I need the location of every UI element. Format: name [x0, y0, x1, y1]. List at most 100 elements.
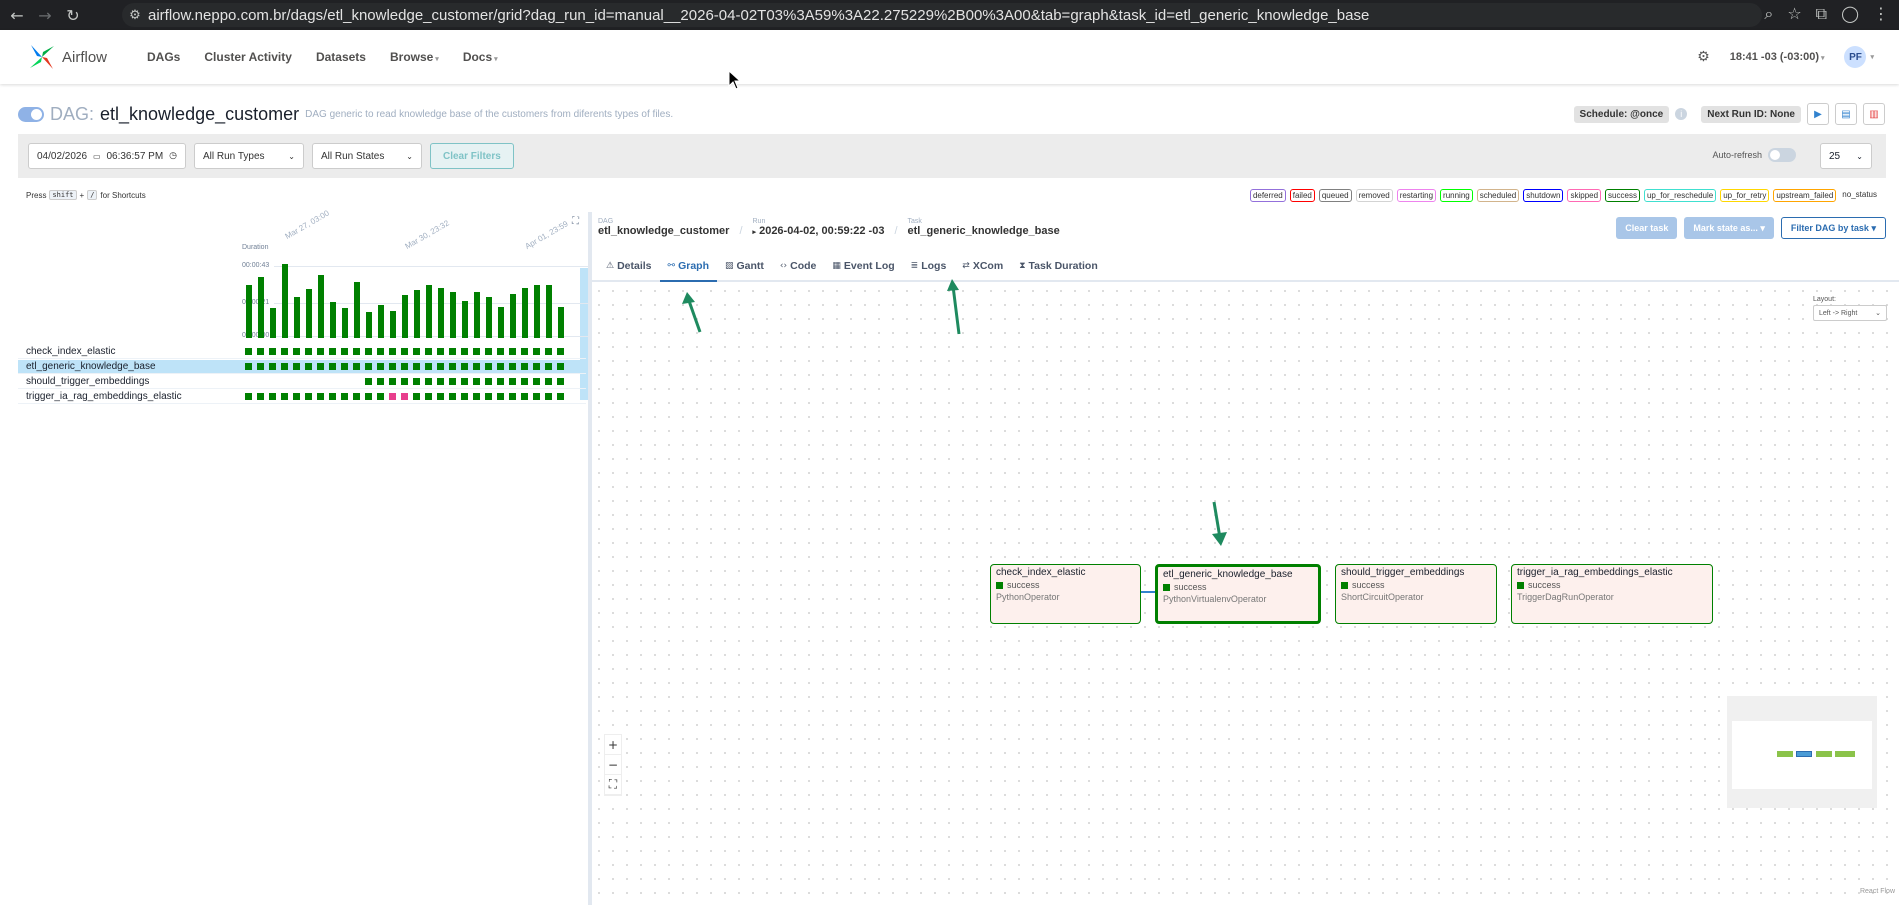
- task-instance-cell[interactable]: [305, 348, 312, 355]
- auto-refresh-toggle[interactable]: [1768, 148, 1796, 162]
- task-instance-cell[interactable]: [509, 393, 516, 400]
- reload-icon[interactable]: ↻: [62, 4, 84, 26]
- task-instance-cell[interactable]: [305, 363, 312, 370]
- task-instance-cell[interactable]: [437, 363, 444, 370]
- url-text[interactable]: airflow.neppo.com.br/dags/etl_knowledge_…: [148, 7, 1369, 24]
- task-instance-cell[interactable]: [389, 393, 396, 400]
- task-node-etl-generic-knowledge-base[interactable]: etl_generic_knowledge_base success Pytho…: [1155, 564, 1321, 624]
- task-instance-cell[interactable]: [485, 378, 492, 385]
- task-instance-cell[interactable]: [377, 348, 384, 355]
- crumb-task[interactable]: Task etl_generic_knowledge_base: [908, 218, 1060, 237]
- task-instance-cell[interactable]: [509, 378, 516, 385]
- legend-item[interactable]: shutdown: [1523, 189, 1564, 202]
- delete-dag-trash-icon[interactable]: ▥: [1863, 103, 1885, 125]
- tab-graph[interactable]: ⚯ Graph: [659, 252, 717, 282]
- graph-canvas[interactable]: Layout: Left -> Right ⌄ check_index_elas…: [592, 284, 1899, 905]
- task-instance-cell[interactable]: [557, 378, 564, 385]
- crumb-run[interactable]: Run ▸ 2026-04-02, 00:59:22 -03: [753, 218, 885, 237]
- task-instance-cell[interactable]: [533, 378, 540, 385]
- task-instance-cell[interactable]: [341, 348, 348, 355]
- task-instance-cell[interactable]: [437, 378, 444, 385]
- task-instance-cell[interactable]: [281, 348, 288, 355]
- task-instance-cell[interactable]: [485, 348, 492, 355]
- theme-gear-icon[interactable]: ⚙: [1697, 49, 1710, 65]
- task-instance-cell[interactable]: [341, 363, 348, 370]
- clear-task-button[interactable]: Clear task: [1616, 217, 1678, 239]
- task-instance-cell[interactable]: [437, 393, 444, 400]
- duration-bar[interactable]: [558, 307, 564, 338]
- runs-count-select[interactable]: 25 ⌄: [1820, 143, 1872, 169]
- task-instance-cell[interactable]: [473, 378, 480, 385]
- tab-event-log[interactable]: ▦ Event Log: [824, 252, 902, 280]
- task-instance-cell[interactable]: [365, 348, 372, 355]
- tab-gantt[interactable]: ▨ Gantt: [717, 252, 772, 280]
- task-instance-cell[interactable]: [365, 363, 372, 370]
- minimap[interactable]: [1727, 696, 1877, 808]
- filter-dag-button[interactable]: Filter DAG by task ▾: [1780, 217, 1886, 239]
- legend-item[interactable]: failed: [1289, 189, 1315, 202]
- task-instance-cell[interactable]: [401, 378, 408, 385]
- site-settings-icon[interactable]: ⚙: [122, 8, 148, 23]
- task-instance-cell[interactable]: [413, 363, 420, 370]
- task-instance-cell[interactable]: [485, 393, 492, 400]
- task-instance-cell[interactable]: [377, 378, 384, 385]
- nav-dags[interactable]: DAGs: [135, 50, 192, 64]
- legend-item[interactable]: no_status: [1840, 189, 1879, 202]
- duration-bar[interactable]: [510, 294, 516, 338]
- nav-datasets[interactable]: Datasets: [304, 50, 378, 64]
- task-instance-cell[interactable]: [509, 348, 516, 355]
- task-instance-cell[interactable]: [413, 348, 420, 355]
- parse-dag-icon[interactable]: ▤: [1835, 103, 1857, 125]
- layout-select[interactable]: Left -> Right ⌄: [1813, 305, 1887, 321]
- task-instance-cell[interactable]: [293, 393, 300, 400]
- back-icon[interactable]: ←: [6, 4, 28, 26]
- task-instance-cell[interactable]: [533, 348, 540, 355]
- task-instance-cell[interactable]: [317, 393, 324, 400]
- task-instance-cell[interactable]: [473, 393, 480, 400]
- task-instance-cell[interactable]: [425, 348, 432, 355]
- task-instance-cell[interactable]: [437, 348, 444, 355]
- expand-icon[interactable]: ⛶: [572, 216, 579, 227]
- duration-bar[interactable]: [546, 285, 552, 338]
- duration-bar[interactable]: [450, 292, 456, 338]
- task-instance-cell[interactable]: [497, 348, 504, 355]
- task-instance-cell[interactable]: [449, 393, 456, 400]
- task-instance-cell[interactable]: [245, 348, 252, 355]
- task-node-check-index-elastic[interactable]: check_index_elastic success PythonOperat…: [990, 564, 1141, 624]
- duration-bar[interactable]: [426, 285, 432, 338]
- zoom-out-icon[interactable]: −: [605, 755, 621, 775]
- task-instance-cell[interactable]: [317, 363, 324, 370]
- task-instance-cell[interactable]: [353, 393, 360, 400]
- extensions-icon[interactable]: ⧉: [1816, 4, 1827, 24]
- duration-bar[interactable]: [486, 297, 492, 338]
- task-instance-cell[interactable]: [545, 378, 552, 385]
- task-instance-cell[interactable]: [557, 393, 564, 400]
- task-instance-cell[interactable]: [413, 393, 420, 400]
- fit-view-icon[interactable]: ⛶: [605, 775, 621, 795]
- task-instance-cell[interactable]: [269, 363, 276, 370]
- task-instance-cell[interactable]: [521, 363, 528, 370]
- task-instance-cell[interactable]: [449, 348, 456, 355]
- duration-bar[interactable]: [414, 290, 420, 338]
- duration-bar[interactable]: [378, 305, 384, 338]
- browser-menu-icon[interactable]: ⋮: [1873, 4, 1889, 24]
- tab-logs[interactable]: ≣ Logs: [903, 252, 955, 280]
- task-instance-cell[interactable]: [245, 393, 252, 400]
- run-types-select[interactable]: All Run Types ⌄: [194, 143, 304, 169]
- timezone-dropdown[interactable]: 18:41 -03 (-03:00) ▾: [1730, 51, 1825, 63]
- task-instance-cell[interactable]: [461, 348, 468, 355]
- task-instance-cell[interactable]: [473, 348, 480, 355]
- task-instance-cell[interactable]: [365, 393, 372, 400]
- duration-bar[interactable]: [534, 285, 540, 338]
- duration-bar[interactable]: [294, 297, 300, 338]
- duration-bar[interactable]: [354, 282, 360, 338]
- duration-bar[interactable]: [522, 288, 528, 338]
- task-instance-cell[interactable]: [521, 393, 528, 400]
- task-instance-cell[interactable]: [425, 363, 432, 370]
- task-instance-cell[interactable]: [497, 378, 504, 385]
- task-instance-cell[interactable]: [365, 378, 372, 385]
- duration-bar[interactable]: [318, 275, 324, 338]
- task-instance-cell[interactable]: [389, 378, 396, 385]
- duration-bar[interactable]: [366, 312, 372, 338]
- address-bar[interactable]: ⚙ airflow.neppo.com.br/dags/etl_knowledg…: [122, 3, 1762, 27]
